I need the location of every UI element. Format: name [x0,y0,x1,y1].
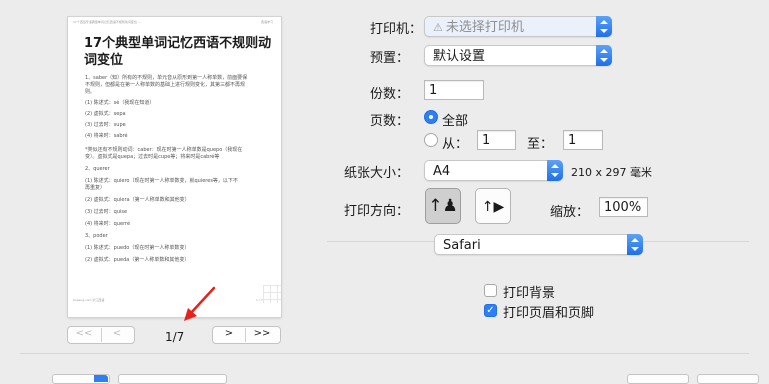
print-background-label: 打印背景 [503,286,556,301]
page-indicator: 1/7 [165,330,185,344]
next-page-button[interactable]: > [213,327,245,341]
copies-field[interactable]: 1 [424,80,484,100]
app-options-select[interactable]: Safari [434,234,643,255]
preview-line: (3) 过去时：supe [85,122,126,128]
preview-line: (1) 陈述式：sé（我现在知道） [85,100,155,106]
preview-footer-right: 1 / 7 [256,298,263,302]
paper-dimensions: 210 x 297 毫米 [571,166,652,179]
printer-value: 未选择打印机 [445,20,524,35]
bottom-control-accent [94,375,108,382]
pages-from-field[interactable]: 1 [477,130,516,150]
popup-arrows-icon [596,45,612,66]
preview-line: (2) 虚拟式：quiera（第一人称单数和其他变） [85,197,190,203]
preview-line: 则。 [85,89,96,95]
paper-size-label: 纸张大小： [343,166,409,181]
presets-label: 预置： [369,51,409,66]
preview-title: 17个典型单词记忆西语不规则动词变位 [84,36,272,68]
preview-header-right: 西语学习 [260,20,273,24]
popup-arrows-icon [596,16,612,37]
pages-to-label: 至： [527,137,554,152]
preview-line: (4) 将来时：sabré [85,133,128,139]
preview-line: (2) 虚拟式：sepa [85,111,126,117]
pages-label: 页数： [369,114,409,129]
preview-header: 17个西班牙语典型单词记忆西语不规则动词变位 ... 西语学习 [73,20,273,24]
popup-arrows-icon [627,234,643,255]
preview-line: *类似还有不规则动词：caber：现在时第一人称单数是quepo（我现在 [85,147,243,153]
scale-label: 缩放： [549,205,589,220]
presets-value: 默认设置 [433,49,486,64]
paper-size-value: A4 [433,164,451,179]
pages-all-label: 全部 [442,114,469,129]
preview-line: (1) 陈述式：puedo（现在时第一人称单数变） [85,245,190,251]
portrait-icon: ↑♟ [428,196,458,216]
bottom-button[interactable] [697,374,759,384]
last-page-button[interactable]: >> [246,327,278,341]
preview-line: 再重复） [85,185,106,191]
print-headers-label: 打印页眉和页脚 [503,306,595,321]
preview-line: 3、poder [85,233,108,239]
preview-line: (1) 陈述式：quiero（现在时第一人称单数变，就quieres等，以下不 [85,178,238,184]
print-background-checkbox[interactable] [484,284,497,297]
presets-select[interactable]: 默认设置 [424,45,612,66]
popup-arrows-icon [547,160,563,181]
scale-field[interactable]: 100% [599,197,648,217]
preview-line: (4) 将来时：querré [85,221,131,227]
preview-line: 1、saber（知）所有的不规则，单元音从原形到第一人称单数，前面要保 [85,75,248,81]
landscape-button[interactable]: ↑▶ [475,188,511,224]
warning-icon: ⚠ [433,21,443,34]
printer-select[interactable]: ⚠ 未选择打印机 [424,16,612,37]
bottom-button[interactable] [627,374,689,384]
portrait-button[interactable]: ↑♟ [425,188,461,224]
bottom-divider [20,353,749,354]
annotation-arrow-icon [184,286,216,321]
pages-to-field[interactable]: 1 [563,130,603,150]
page-preview: 17个西班牙语典型单词记忆西语不规则动词变位 ... 西语学习 17个典型单词记… [68,17,281,317]
preview-line: (2) 虚拟式：pueda（第一人称单数和其他变） [85,257,190,263]
preview-header-left: 17个西班牙语典型单词记忆西语不规则动词变位 ... [73,20,141,24]
preview-line: 变）。虚拟式是quepa；过去时是cupe等；将来时是cabré等 [85,154,220,160]
paper-size-select[interactable]: A4 [424,160,563,181]
preview-decoration [263,285,281,303]
first-page-button[interactable]: << [68,327,100,341]
orientation-label: 打印方向： [343,204,409,219]
landscape-icon: ↑▶ [481,199,505,215]
pages-from-label: 从： [442,137,469,152]
previous-page-button[interactable]: < [102,327,132,341]
preview-line: (3) 过去时：quise [85,209,128,215]
pages-range-radio[interactable] [424,133,438,147]
preview-line: 2、querer [85,166,110,172]
pages-all-radio[interactable] [424,110,438,124]
printer-label: 打印机： [369,22,422,37]
preview-line: 不规则，但都是在第一人称单数的基础上进行规则变化，其第三都不再规 [85,82,246,88]
copies-label: 份数： [369,87,409,102]
bottom-control[interactable] [118,374,227,384]
preview-footer-left: hujiang.com 沪江西语 [73,298,105,302]
app-options-value: Safari [443,238,481,253]
print-headers-checkbox[interactable]: ✓ [484,304,497,317]
